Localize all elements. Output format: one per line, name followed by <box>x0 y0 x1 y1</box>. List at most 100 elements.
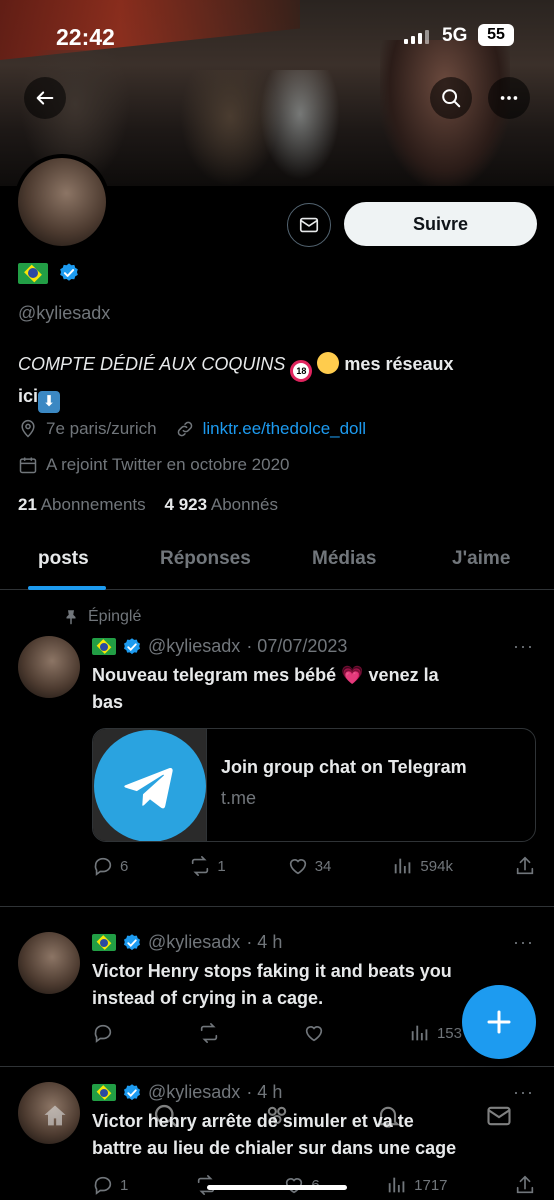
tab-likes[interactable]: J'aime <box>452 548 510 570</box>
down-arrow-emoji-icon: ⬇ <box>38 391 61 413</box>
bio-text: mes réseaux <box>344 354 454 374</box>
compose-button[interactable] <box>462 985 536 1059</box>
post-actions: 6 1 34 594k <box>92 855 536 877</box>
more-options-button[interactable] <box>488 77 530 119</box>
post-time: · 07/07/2023 <box>246 636 348 656</box>
heart-icon <box>306 1026 323 1042</box>
card-domain: t.me <box>221 788 257 808</box>
views-icon <box>395 858 411 874</box>
pink-heart-emoji-icon: 💗 <box>341 665 364 685</box>
active-tab-indicator <box>28 586 106 590</box>
card-title: Join group chat on Telegram <box>221 757 467 777</box>
bio-text: COMPTE DÉDIÉ AUX COQUINS <box>18 354 286 374</box>
share-button[interactable] <box>514 1174 536 1196</box>
post-handle[interactable]: @kyliesadx <box>148 636 240 657</box>
verified-badge-icon[interactable] <box>58 262 80 284</box>
search-button[interactable] <box>430 77 472 119</box>
share-icon <box>516 1175 534 1194</box>
profile-location-row: 7e paris/zurich linktr.ee/thedolce_doll <box>18 419 366 439</box>
post-more-button[interactable]: ··· <box>513 636 534 657</box>
verified-badge-icon <box>124 933 140 950</box>
verified-badge-icon <box>124 637 140 654</box>
followers-link[interactable]: 4 923 Abonnés <box>165 495 278 514</box>
post-more-button[interactable]: ··· <box>513 932 534 953</box>
post-avatar[interactable] <box>18 932 80 994</box>
views-button[interactable]: 594k <box>392 855 453 877</box>
display-name <box>18 262 80 284</box>
arrow-left-icon <box>36 91 54 105</box>
reply-icon <box>94 1176 112 1195</box>
joined-text: A rejoint Twitter en octobre 2020 <box>46 455 290 474</box>
home-indicator[interactable] <box>207 1185 347 1190</box>
views-icon <box>411 1025 428 1041</box>
profile-bio: COMPTE DÉDIÉ AUX COQUINS 18 mes réseaux … <box>18 350 518 413</box>
post-header: @kyliesadx · 4 h <box>92 932 282 953</box>
home-icon[interactable] <box>41 1102 69 1130</box>
battery-icon: 55 <box>478 24 514 46</box>
status-bar: 22:42 5G 55 <box>0 0 554 64</box>
post-time: · 4 h <box>246 932 283 952</box>
following-link[interactable]: 21 Abonnements <box>18 495 146 514</box>
telegram-logo-icon <box>93 730 206 841</box>
post-text: Nouveau telegram mes bébé 💗 venez la bas <box>92 665 439 712</box>
status-time: 22:42 <box>56 24 115 50</box>
back-button[interactable] <box>24 77 66 119</box>
brazil-flag-icon <box>18 262 48 284</box>
post-header: @kyliesadx · 07/07/2023 <box>92 636 347 657</box>
share-button[interactable] <box>514 855 536 877</box>
follow-button[interactable]: Suivre <box>344 202 537 246</box>
bottom-navigation <box>0 1085 554 1147</box>
like-button[interactable]: 34 <box>287 855 331 877</box>
reply-icon <box>94 1024 112 1043</box>
profile-avatar[interactable] <box>14 154 110 250</box>
website-link[interactable]: linktr.ee/thedolce_doll <box>203 419 367 439</box>
messages-icon[interactable] <box>485 1102 513 1130</box>
link-card[interactable]: Join group chat on Telegram t.me <box>92 728 536 842</box>
views-icon <box>388 1177 405 1193</box>
tab-replies[interactable]: Réponses <box>160 548 251 570</box>
no-under-18-icon: 18 <box>290 360 313 382</box>
retweet-icon <box>192 856 209 876</box>
mail-icon <box>299 217 319 233</box>
follow-stats: 21 Abonnements 4 923 Abonnés <box>18 495 278 515</box>
retweet-button[interactable] <box>198 1022 220 1044</box>
communities-icon[interactable] <box>263 1102 291 1130</box>
search-icon <box>442 89 461 108</box>
notifications-icon[interactable] <box>374 1102 402 1130</box>
pin-icon <box>66 610 76 625</box>
views-button[interactable]: 1717 <box>386 1174 448 1196</box>
views-button[interactable]: 153 <box>409 1022 462 1044</box>
retweet-icon <box>200 1023 217 1043</box>
share-icon <box>516 856 534 875</box>
post-handle[interactable]: @kyliesadx <box>148 932 240 953</box>
post-avatar[interactable] <box>18 636 80 698</box>
banner-windshield <box>260 70 340 180</box>
search-icon[interactable] <box>152 1102 180 1130</box>
profile-tabs: posts Réponses Médias J'aime <box>0 530 554 590</box>
brazil-flag-icon <box>92 934 116 951</box>
heart-icon <box>289 859 306 875</box>
bio-text: ici <box>18 386 39 406</box>
pinned-label: Épinglé <box>62 608 141 626</box>
location-text: 7e paris/zurich <box>46 419 157 438</box>
profile-handle: @kyliesadx <box>18 303 111 323</box>
tab-media[interactable]: Médias <box>312 548 376 570</box>
post-actions: 153 <box>92 1022 462 1044</box>
tab-posts[interactable]: posts <box>38 548 89 570</box>
brazil-flag-icon <box>92 638 116 655</box>
reply-icon <box>94 857 112 876</box>
message-button[interactable] <box>287 203 331 247</box>
reply-button[interactable] <box>92 1022 114 1044</box>
smirk-emoji-icon <box>317 352 340 374</box>
link-icon <box>177 421 192 437</box>
retweet-button[interactable]: 1 <box>189 855 226 877</box>
signal-icon <box>404 30 429 44</box>
reply-button[interactable]: 1 <box>92 1174 128 1196</box>
calendar-icon <box>19 457 37 474</box>
profile-joined-row: A rejoint Twitter en octobre 2020 <box>18 455 290 475</box>
card-thumbnail <box>93 729 207 841</box>
plus-icon <box>487 1010 511 1034</box>
network-label: 5G <box>442 25 468 46</box>
like-button[interactable] <box>303 1022 325 1044</box>
reply-button[interactable]: 6 <box>92 855 128 877</box>
